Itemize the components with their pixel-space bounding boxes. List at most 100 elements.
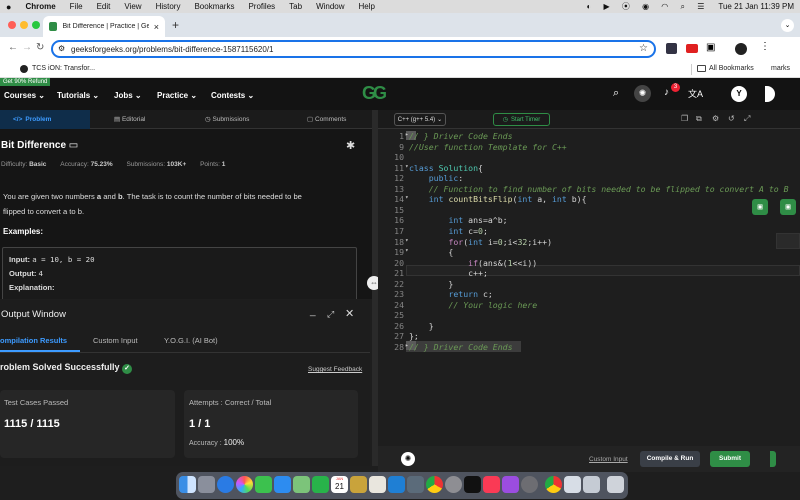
menu-view[interactable]: View [124,2,141,11]
reset-icon[interactable]: ↺ [728,114,735,123]
avatar[interactable]: Y [731,86,747,102]
trash-icon[interactable] [607,476,624,493]
apple-icon[interactable]: ● [6,2,11,12]
calendar-icon[interactable]: JAN 21 [331,476,348,493]
window-zoom-dot[interactable] [32,21,40,29]
menu-profiles[interactable]: Profiles [248,2,275,11]
menu-file[interactable]: File [70,2,83,11]
copy-icon[interactable]: ❐ [681,114,688,123]
fullscreen-icon[interactable]: ⤢ [744,114,750,124]
mail-icon[interactable] [274,476,291,493]
contacts-icon[interactable] [369,476,386,493]
nav-practice[interactable]: Practice ⌄ [157,91,197,100]
side-panel-tab[interactable] [770,451,776,467]
chrome-menu-icon[interactable]: ⋮ [760,41,770,52]
tab-custom-input[interactable]: Custom Input [93,336,138,345]
tab-submissions[interactable]: ◷ Submissions [205,115,249,123]
expand-icon[interactable]: ⤢ [327,309,334,320]
menu-bookmarks[interactable]: Bookmarks [194,2,234,11]
notification-bell-icon[interactable]: ♪ [664,87,669,98]
code-line[interactable]: if(ans&(1<<i)) [409,258,537,268]
reload-icon[interactable]: ↻ [36,42,44,53]
launchpad-icon[interactable] [198,476,215,493]
tools-icon[interactable] [407,476,424,493]
podcasts-icon[interactable] [502,476,519,493]
apple-tv-icon[interactable] [464,476,481,493]
vscode-icon[interactable] [388,476,405,493]
search-icon[interactable]: ⌕ [613,87,619,100]
window-minimize-dot[interactable] [20,21,28,29]
code-line[interactable]: // Function to find number of bits neede… [409,184,789,194]
back-icon[interactable]: ← [8,42,18,53]
menubar-clock[interactable]: Tue 21 Jan 11:39 PM [718,2,794,11]
code-line[interactable]: }; [409,331,419,341]
code-line[interactable]: } [409,321,434,331]
system-settings-icon[interactable] [521,476,538,493]
extension-icon[interactable] [666,43,677,54]
tab-search-icon[interactable]: ⌄ [781,19,794,32]
menu-edit[interactable]: Edit [97,2,111,11]
menu-history[interactable]: History [156,2,181,11]
nav-tutorials[interactable]: Tutorials ⌄ [57,91,99,100]
code-line[interactable]: // } Driver Code Ends [409,342,513,352]
menu-window[interactable]: Window [316,2,344,11]
tab-editorial[interactable]: ▤ Editorial [114,115,145,123]
floating-chat-icon-2[interactable]: ▣ [780,199,796,215]
forward-icon[interactable]: → [22,42,32,53]
chrome-icon[interactable] [426,476,443,493]
safari-icon[interactable] [217,476,234,493]
code-line[interactable]: // } Driver Code Ends [409,131,513,141]
language-select[interactable]: C++ (g++ 5.4) ⌄ [394,113,446,126]
code-line[interactable]: int c=0; [409,226,487,236]
avatar-menu-icon[interactable] [765,86,775,102]
url-bar[interactable]: ⚙ geeksforgeeks.org/problems/bit-differe… [51,40,656,58]
finder-icon[interactable] [179,476,196,493]
submit-button[interactable]: Submit [710,451,750,467]
tab-comments[interactable]: ▢ Comments [307,115,346,123]
code-line[interactable]: return c; [409,289,492,299]
browser-tab[interactable]: Bit Difference | Practice | Gee × [43,16,165,37]
music-icon[interactable] [483,476,500,493]
all-bookmarks[interactable]: All Bookmarks [709,65,754,72]
window-close-dot[interactable] [8,21,16,29]
theme-toggle-icon[interactable]: ✺ [401,452,415,466]
youtube-extension-icon[interactable] [686,44,698,53]
new-tab-button[interactable]: + [172,18,179,32]
minimize-icon[interactable]: _ [310,306,316,317]
editor-scrollbar[interactable] [776,233,800,249]
start-timer-button[interactable]: ◷ Start Timer [493,113,550,126]
code-line[interactable]: c++; [409,268,488,278]
facetime-icon[interactable] [312,476,329,493]
status-icons[interactable]: ◐ ▶ ⦿ ◉ ◠ ⌕ ☰ [586,1,709,12]
close-icon[interactable]: ✕ [345,307,354,320]
gfg-logo[interactable]: GG [362,83,387,104]
nav-courses[interactable]: Courses ⌄ [4,91,45,100]
settings-icon[interactable]: ⚙ [712,114,719,123]
menu-tab[interactable]: Tab [289,2,302,11]
app-menu[interactable]: Chrome [25,2,55,11]
code-line[interactable]: class Solution{ [409,163,483,173]
code-line[interactable]: for(int i=0;i<32;i++) [409,237,552,247]
profile-icon[interactable] [735,43,747,55]
messages-icon[interactable] [255,476,272,493]
bug-report-icon[interactable]: ✱ [346,139,355,152]
code-line[interactable]: int ans=a^b; [409,215,507,225]
refund-promo-badge[interactable]: Get 90% Refund [0,78,51,86]
maps-icon[interactable] [293,476,310,493]
theme-toggle-icon[interactable]: ✺ [634,85,651,102]
code-line[interactable]: //User function Template for C++ [409,142,567,152]
code-line[interactable]: int countBitsFlip(int a, int b){ [409,194,587,204]
nav-contests[interactable]: Contests ⌄ [211,91,254,100]
code-line[interactable]: public: [409,173,464,183]
compile-run-button[interactable]: Compile & Run [640,451,700,467]
tab-problem[interactable]: </> Problem [0,110,90,129]
code-line[interactable]: // Your logic here [409,300,537,310]
translate-icon[interactable]: 文A [688,87,703,100]
code-line[interactable]: { [409,247,453,257]
nav-jobs[interactable]: Jobs ⌄ [114,91,142,100]
menu-help[interactable]: Help [359,2,375,11]
tab-yogi[interactable]: Y.O.G.I. (AI Bot) [164,336,218,345]
tab-close-icon[interactable]: × [154,22,159,32]
screenshot-icon[interactable] [583,476,600,493]
preview-icon[interactable] [564,476,581,493]
